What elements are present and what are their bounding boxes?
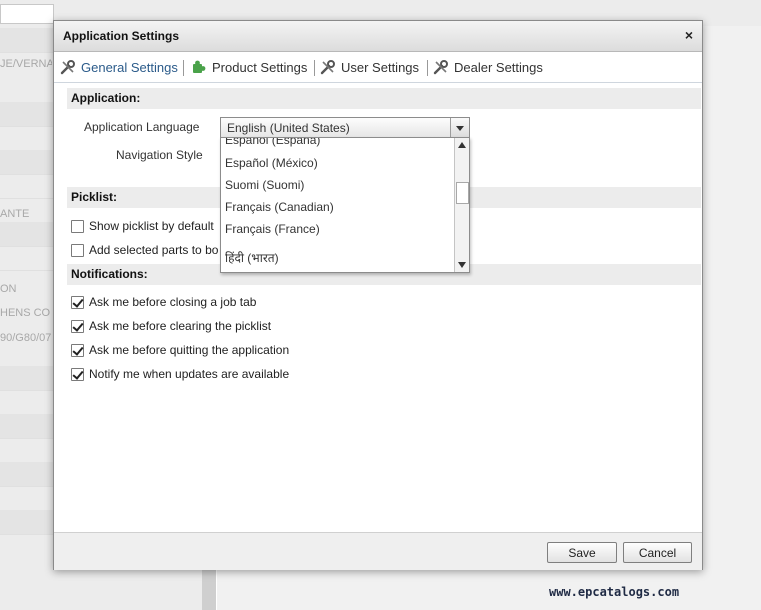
language-option[interactable]: Suomi (Suomi) (225, 178, 304, 192)
section-title: Application: (71, 91, 141, 105)
tab-divider (183, 60, 184, 76)
language-option[interactable]: Français (Canadian) (225, 200, 334, 214)
application-settings-dialog: Application Settings × General Settings … (53, 20, 703, 570)
tab-product-settings[interactable]: Product Settings (191, 58, 307, 76)
confirm-clear-picklist-checkbox[interactable] (71, 320, 84, 333)
navigation-style-label: Navigation Style (116, 148, 203, 162)
background-search-field (0, 4, 54, 24)
dialog-title-bar: Application Settings × (54, 21, 702, 52)
scroll-down-icon[interactable] (458, 262, 466, 268)
tab-label: Dealer Settings (454, 59, 543, 75)
language-option[interactable]: Español (España) (225, 138, 320, 147)
section-application: Application: (67, 88, 701, 109)
tab-divider (314, 60, 315, 76)
list-item-text: ANTE (0, 208, 30, 220)
language-option[interactable]: हिंदी (भारत) (225, 249, 279, 266)
list-item-text: 90/G80/07 (0, 332, 52, 344)
list-item-text: ON (0, 283, 17, 295)
wrench-icon (320, 59, 336, 75)
tab-label: User Settings (341, 59, 420, 75)
confirm-quit-label: Ask me before quitting the application (89, 343, 290, 357)
confirm-quit-checkbox[interactable] (71, 344, 84, 357)
section-title: Notifications: (71, 267, 148, 281)
language-dropdown-list: Español (España) Español (México) Suomi … (220, 137, 470, 273)
language-option[interactable]: Français (France) (225, 222, 320, 236)
dropdown-scrollbar[interactable] (454, 138, 469, 272)
tab-dealer-settings[interactable]: Dealer Settings (433, 58, 543, 76)
confirm-close-tab-checkbox[interactable] (71, 296, 84, 309)
language-option[interactable]: Español (México) (225, 156, 318, 170)
scrollbar-thumb[interactable] (456, 182, 469, 204)
show-picklist-checkbox[interactable] (71, 220, 84, 233)
watermark-text: www.epcatalogs.com (549, 585, 680, 599)
application-language-select[interactable]: English (United States) (220, 117, 470, 138)
tab-divider (427, 60, 428, 76)
puzzle-icon (191, 59, 207, 75)
add-selected-parts-checkbox[interactable] (71, 244, 84, 257)
close-icon[interactable]: × (685, 27, 693, 43)
list-item-text: HENS CO (0, 307, 51, 319)
save-button[interactable]: Save (547, 542, 617, 563)
settings-tabs: General Settings Product Settings User S… (54, 52, 702, 83)
wrench-icon (60, 59, 76, 75)
cancel-button[interactable]: Cancel (623, 542, 692, 563)
tab-general-settings[interactable]: General Settings (60, 58, 178, 76)
confirm-close-tab-label: Ask me before closing a job tab (89, 295, 257, 309)
dialog-footer: Save Cancel (54, 532, 702, 570)
section-title: Picklist: (71, 190, 118, 204)
add-selected-parts-label: Add selected parts to bo (89, 243, 219, 257)
scroll-up-icon[interactable] (458, 142, 466, 148)
notify-updates-checkbox[interactable] (71, 368, 84, 381)
dialog-title: Application Settings (63, 29, 180, 43)
confirm-clear-picklist-label: Ask me before clearing the picklist (89, 319, 272, 333)
chevron-down-icon[interactable] (450, 118, 469, 137)
list-item-text: JE/VERNA (0, 58, 52, 70)
tab-label: General Settings (81, 59, 178, 75)
tab-user-settings[interactable]: User Settings (320, 58, 419, 76)
show-picklist-label: Show picklist by default (89, 219, 214, 233)
notify-updates-label: Notify me when updates are available (89, 367, 290, 381)
selected-language: English (United States) (227, 121, 350, 135)
tab-label: Product Settings (212, 59, 308, 75)
application-language-label: Application Language (84, 120, 200, 134)
wrench-icon (433, 59, 449, 75)
